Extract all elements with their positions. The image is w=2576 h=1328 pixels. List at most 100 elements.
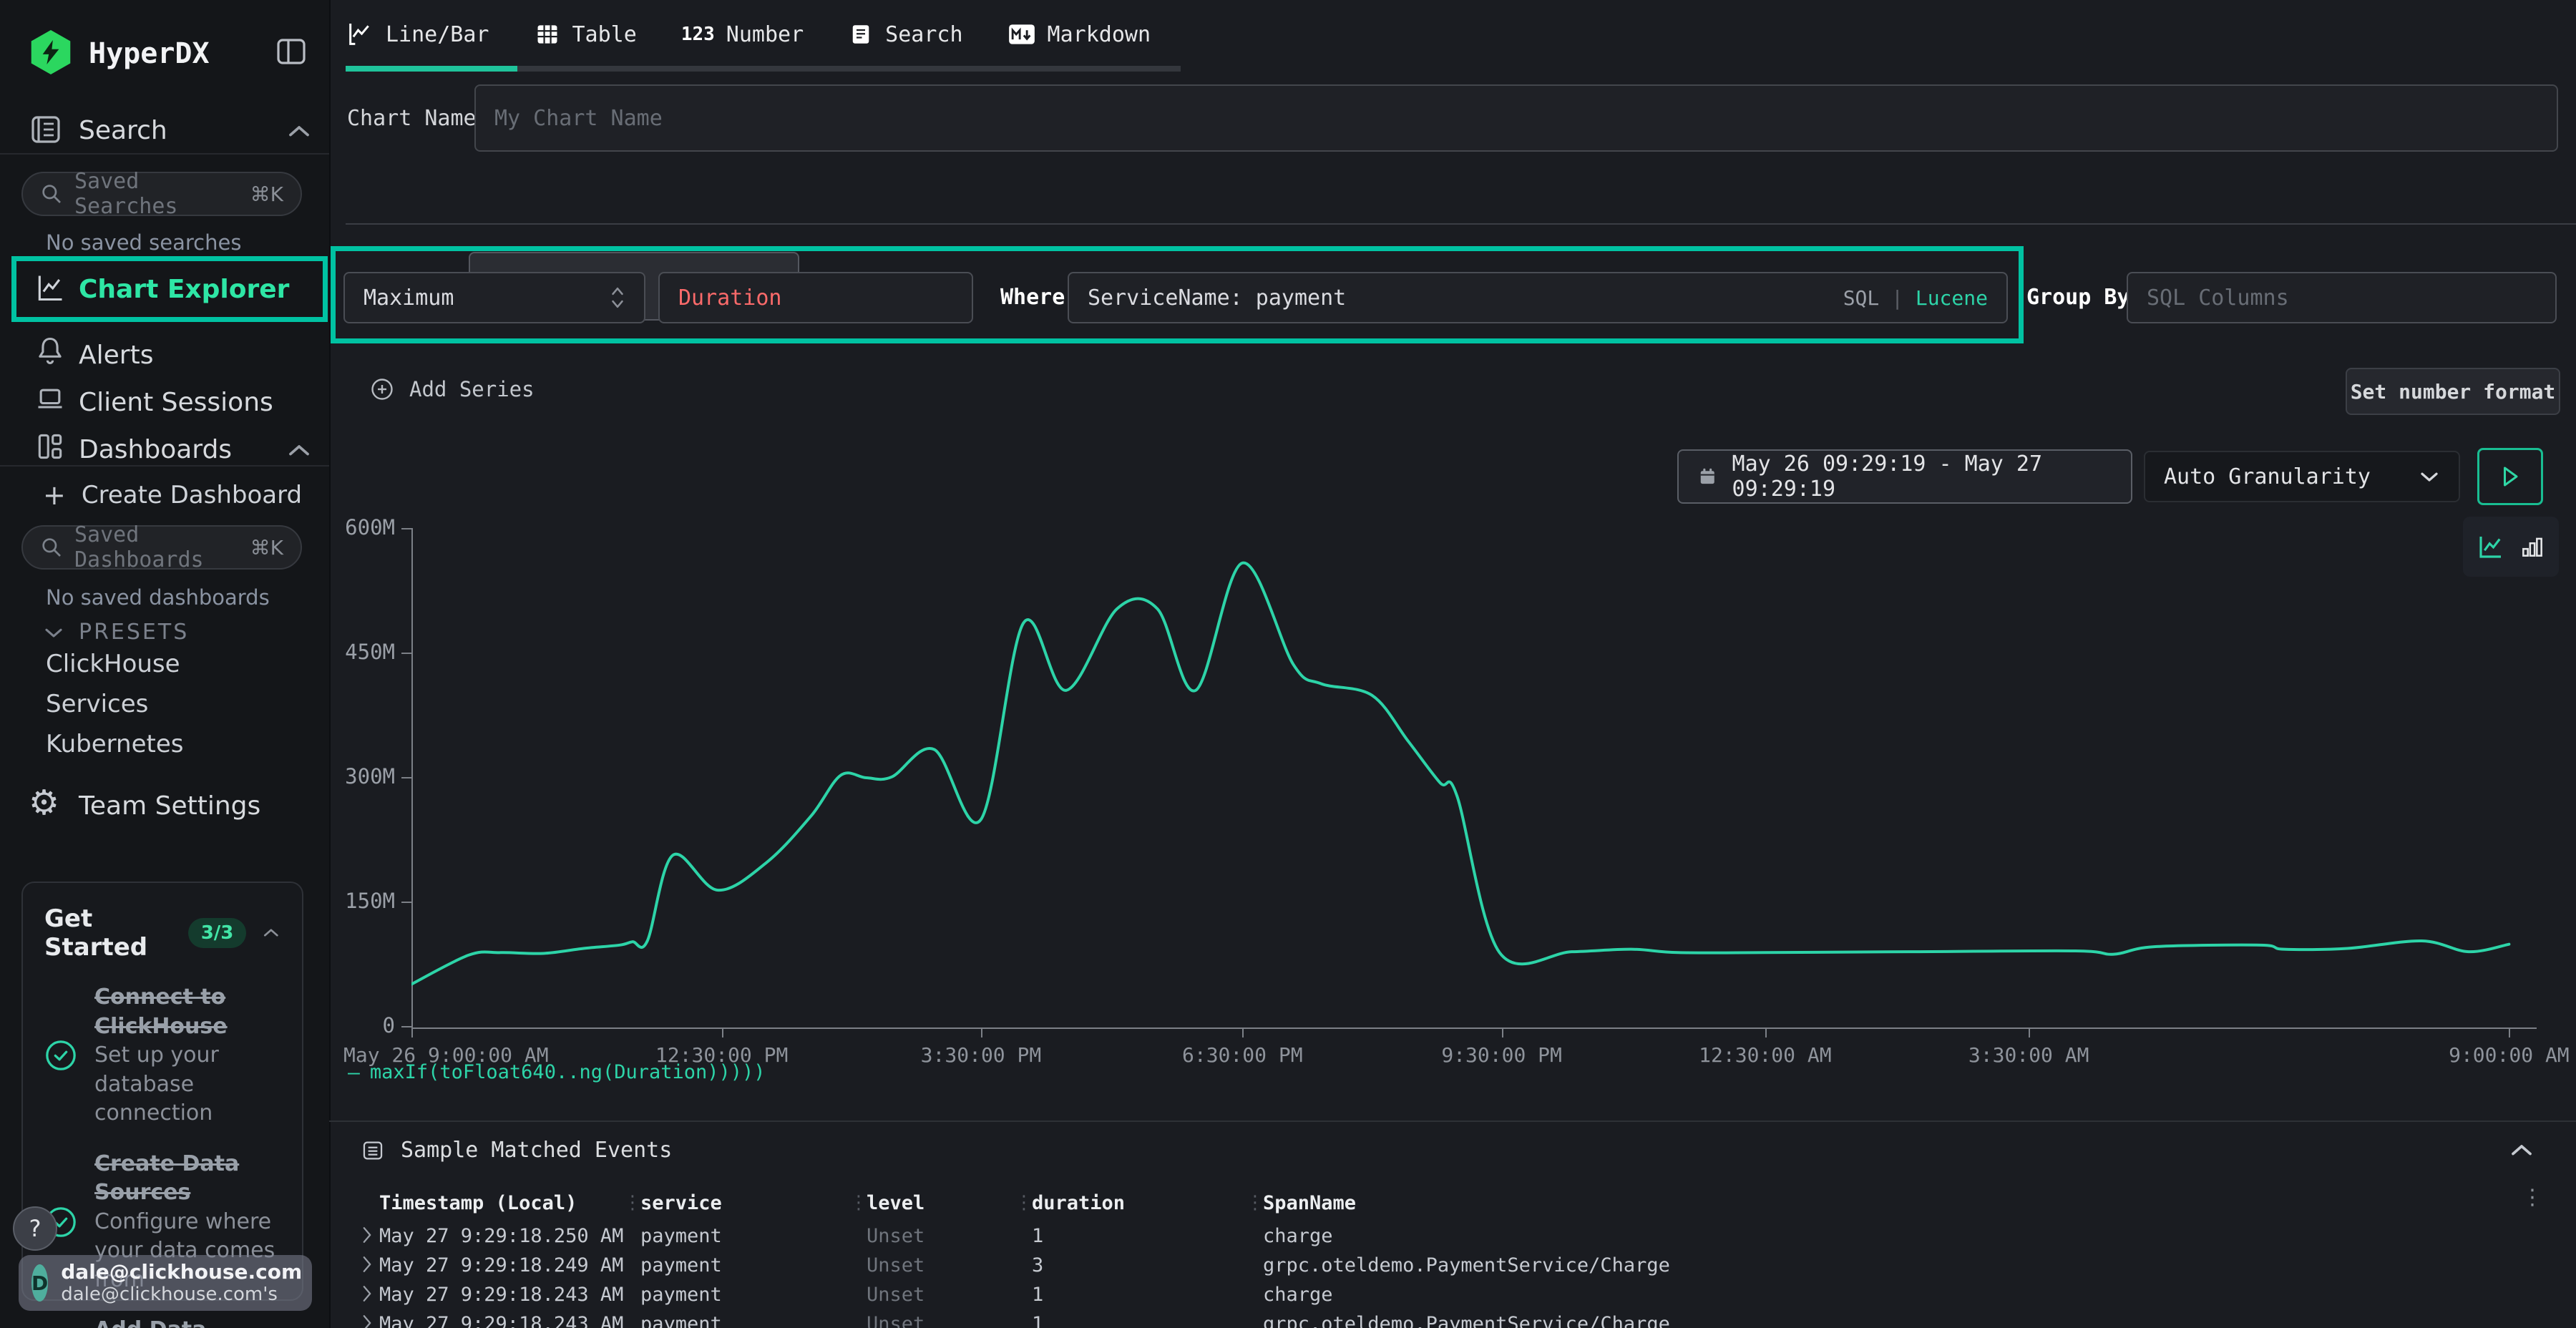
table-cell[interactable]: payment <box>640 1225 722 1247</box>
events-collapse-icon[interactable] <box>2509 1142 2534 1159</box>
table-cell[interactable]: charge <box>1263 1284 1333 1306</box>
y-tick-label: 600M <box>309 515 395 540</box>
column-header-service[interactable]: service <box>640 1192 722 1214</box>
column-header-timestamp-local-[interactable]: Timestamp (Local) <box>379 1192 577 1214</box>
table-cell[interactable]: payment <box>640 1313 722 1328</box>
get-started-item[interactable]: Add DataStart sending logs, metrics, or … <box>44 1316 280 1328</box>
chart-name-input[interactable]: My Chart Name <box>474 84 2558 152</box>
document-icon <box>848 21 874 47</box>
table-cell[interactable]: Unset <box>867 1313 924 1328</box>
presets-toggle[interactable]: PRESETS <box>43 620 189 645</box>
column-header-level[interactable]: level <box>867 1192 924 1214</box>
get-started-badge: 3/3 <box>188 918 247 948</box>
sidebar-item-chart-explorer[interactable]: Chart Explorer <box>79 275 289 304</box>
add-series-button[interactable]: Add Series <box>369 376 535 402</box>
user-menu[interactable]: D dale@clickhouse.com dale@clickhouse.co… <box>19 1255 312 1311</box>
row-expand-icon[interactable] <box>361 1313 374 1328</box>
table-cell[interactable]: Unset <box>867 1284 924 1306</box>
events-menu-kebab-icon[interactable]: ⋮ <box>2522 1185 2543 1210</box>
get-started-collapse-icon[interactable] <box>262 926 280 940</box>
hyperdx-app: HyperDX Search Saved Searches ⌘K No save… <box>0 0 2576 1328</box>
column-separator[interactable]: ⋮ <box>849 1192 868 1214</box>
group-by-input[interactable]: SQL Columns <box>2127 272 2557 323</box>
column-header-duration[interactable]: duration <box>1032 1192 1125 1214</box>
field-input[interactable]: Duration <box>658 272 973 323</box>
table-cell[interactable]: May 27 9:29:18.249 AM <box>379 1254 623 1276</box>
get-started-item[interactable]: Connect to ClickHouseSet up your databas… <box>44 983 280 1128</box>
saved-searches-input[interactable]: Saved Searches ⌘K <box>21 172 302 216</box>
column-separator[interactable]: ⋮ <box>1015 1192 1033 1214</box>
tab-search[interactable]: Search <box>848 21 962 47</box>
sidebar-item-alerts[interactable]: Alerts <box>79 341 153 370</box>
column-separator[interactable]: ⋮ <box>623 1192 642 1214</box>
run-query-button[interactable] <box>2477 448 2543 505</box>
tab-line-bar[interactable]: Line/Bar <box>346 20 489 49</box>
avatar: D <box>31 1264 48 1302</box>
tab-label: Markdown <box>1048 22 1151 47</box>
sidebar-section-dashboards[interactable]: Dashboards <box>79 435 232 464</box>
get-started-item-title: Connect to ClickHouse <box>94 983 280 1041</box>
date-range-picker[interactable]: May 26 09:29:19 - May 27 09:29:19 <box>1677 449 2132 504</box>
sidebar-item-preset-services[interactable]: Services <box>46 690 183 718</box>
tab-number[interactable]: 123Number <box>681 22 804 47</box>
x-tick-label: 9:30:00 PM <box>1441 1043 1562 1067</box>
y-tick-mark <box>401 1026 411 1027</box>
where-input[interactable]: ServiceName: payment SQL | Lucene <box>1068 272 2008 323</box>
tab-underline-track <box>517 66 1181 72</box>
sidebar-item-client-sessions[interactable]: Client Sessions <box>79 388 273 417</box>
table-cell[interactable]: 1 <box>1032 1225 1043 1247</box>
table-cell[interactable]: May 27 9:29:18.243 AM <box>379 1313 623 1328</box>
view-tabs: Line/Bar Table 123Number Search Markdown <box>346 20 1151 49</box>
table-cell[interactable]: May 27 9:29:18.243 AM <box>379 1284 623 1306</box>
sidebar-section-search[interactable]: Search <box>79 116 167 145</box>
sidebar-item-team-settings[interactable]: Team Settings <box>79 791 260 821</box>
aggregation-select[interactable]: Maximum <box>343 272 645 323</box>
table-cell[interactable]: Unset <box>867 1225 924 1247</box>
y-tick-label: 0 <box>309 1013 395 1038</box>
dashboards-collapse-icon[interactable] <box>286 442 312 459</box>
lucene-toggle[interactable]: Lucene <box>1916 286 1988 310</box>
row-expand-icon[interactable] <box>361 1254 374 1277</box>
saved-searches-placeholder: Saved Searches <box>74 169 239 219</box>
sidebar-item-preset-clickhouse[interactable]: ClickHouse <box>46 650 183 678</box>
tab-table[interactable]: Table <box>534 21 637 48</box>
y-tick-mark <box>401 777 411 778</box>
table-cell[interactable]: 1 <box>1032 1313 1043 1328</box>
search-section-collapse-icon[interactable] <box>286 123 312 140</box>
table-cell[interactable]: May 27 9:29:18.250 AM <box>379 1225 623 1247</box>
x-tick-mark <box>1242 1029 1244 1038</box>
table-cell[interactable]: grpc.oteldemo.PaymentService/Charge <box>1263 1313 1670 1328</box>
dashboards-icon <box>34 431 66 462</box>
table-cell[interactable]: 1 <box>1032 1284 1043 1306</box>
collapse-sidebar-icon[interactable] <box>274 34 308 69</box>
help-button[interactable]: ? <box>13 1206 57 1251</box>
sidebar-item-preset-kubernetes[interactable]: Kubernetes <box>46 730 183 758</box>
create-dashboard-button[interactable]: + Create Dashboard <box>43 481 302 509</box>
tab-markdown[interactable]: Markdown <box>1008 22 1151 47</box>
line-chart[interactable] <box>411 528 2537 1027</box>
list-icon <box>361 1138 385 1163</box>
table-cell[interactable]: grpc.oteldemo.PaymentService/Charge <box>1263 1254 1670 1276</box>
y-tick-mark <box>401 653 411 654</box>
x-tick-mark <box>2509 1029 2510 1038</box>
events-panel-header[interactable]: Sample Matched Events <box>361 1138 672 1163</box>
row-expand-icon[interactable] <box>361 1225 374 1248</box>
bell-icon <box>34 335 66 366</box>
tab-label: Search <box>885 22 962 47</box>
granularity-select[interactable]: Auto Granularity <box>2144 451 2460 502</box>
table-cell[interactable]: payment <box>640 1254 722 1276</box>
table-cell[interactable]: payment <box>640 1284 722 1306</box>
app-title: HyperDX <box>89 37 210 70</box>
column-separator[interactable]: ⋮ <box>1246 1192 1264 1214</box>
saved-dashboards-input[interactable]: Saved Dashboards ⌘K <box>21 525 302 570</box>
table-cell[interactable]: Unset <box>867 1254 924 1276</box>
x-axis-line <box>411 1027 2537 1029</box>
row-expand-icon[interactable] <box>361 1284 374 1307</box>
sql-toggle[interactable]: SQL <box>1843 286 1880 310</box>
plus-circle-icon <box>369 376 395 402</box>
saved-dashboards-placeholder: Saved Dashboards <box>74 522 239 572</box>
table-cell[interactable]: charge <box>1263 1225 1333 1247</box>
set-number-format-button[interactable]: Set number format <box>2346 368 2560 415</box>
column-header-spanname[interactable]: SpanName <box>1263 1192 1356 1214</box>
table-cell[interactable]: 3 <box>1032 1254 1043 1276</box>
